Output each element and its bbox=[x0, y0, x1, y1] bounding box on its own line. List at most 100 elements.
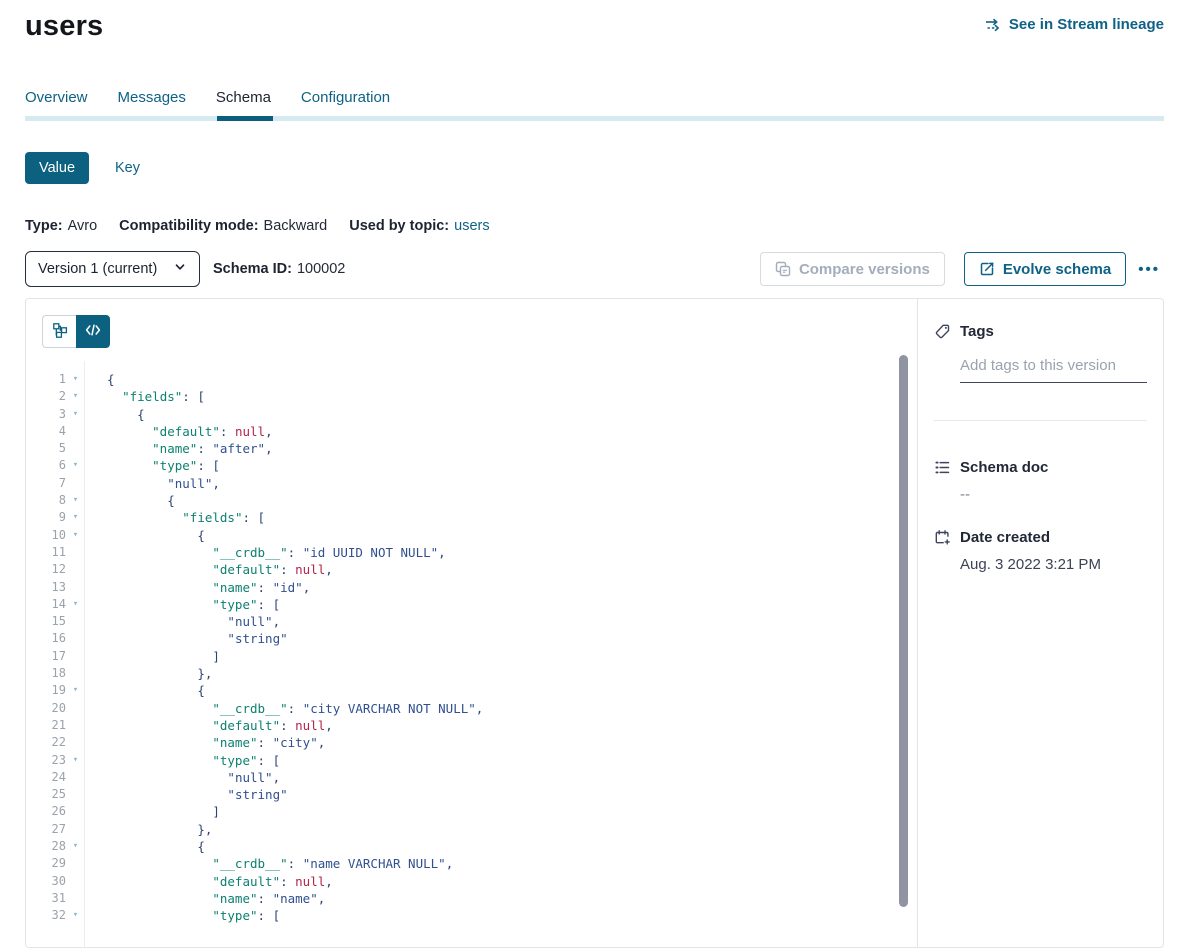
code-view-icon bbox=[85, 322, 101, 341]
schema-doc-header: Schema doc bbox=[934, 459, 1147, 476]
line-number: 29 bbox=[26, 855, 66, 872]
code-text: ] bbox=[85, 648, 220, 665]
compare-versions-button[interactable]: Compare versions bbox=[760, 252, 945, 286]
code-line: 7 "null", bbox=[26, 475, 917, 492]
meta-compatibility: Compatibility mode: Backward bbox=[119, 218, 327, 234]
code-text: "name": "city", bbox=[85, 734, 325, 751]
code-line: 16 "string" bbox=[26, 630, 917, 647]
code-line: 15 "null", bbox=[26, 613, 917, 630]
stream-lineage-link[interactable]: See in Stream lineage bbox=[984, 16, 1164, 33]
code-view-button[interactable] bbox=[76, 315, 110, 348]
fold-arrow-icon[interactable]: ▾ bbox=[66, 388, 85, 405]
code-text: "string" bbox=[85, 786, 288, 803]
fold-arrow-icon[interactable]: ▾ bbox=[66, 596, 85, 613]
line-number: 21 bbox=[26, 717, 66, 734]
code-text: "fields": [ bbox=[85, 388, 205, 405]
fold-arrow-icon[interactable]: ▾ bbox=[66, 527, 85, 544]
list-icon bbox=[934, 459, 951, 476]
page-header: users See in Stream lineage bbox=[25, 0, 1164, 44]
fold-arrow-icon[interactable]: ▾ bbox=[66, 752, 85, 769]
code-text: { bbox=[85, 492, 175, 509]
line-number: 16 bbox=[26, 630, 66, 647]
code-line: 20 "__crdb__": "city VARCHAR NOT NULL", bbox=[26, 700, 917, 717]
date-created-value: Aug. 3 2022 3:21 PM bbox=[960, 556, 1147, 573]
key-toggle-button[interactable]: Key bbox=[115, 160, 140, 176]
code-text: "null", bbox=[85, 475, 220, 492]
fold-arrow-icon[interactable]: ▾ bbox=[66, 509, 85, 526]
sidebar-divider bbox=[934, 420, 1147, 421]
fold-arrow-icon[interactable]: ▾ bbox=[66, 682, 85, 699]
compatibility-label: Compatibility mode: bbox=[119, 218, 258, 234]
fold-arrow-icon[interactable]: ▾ bbox=[66, 838, 85, 855]
line-number: 20 bbox=[26, 700, 66, 717]
code-text: { bbox=[85, 406, 145, 423]
line-number: 11 bbox=[26, 544, 66, 561]
line-number: 27 bbox=[26, 821, 66, 838]
line-number: 19 bbox=[26, 682, 66, 699]
code-text: "name": "name", bbox=[85, 890, 325, 907]
compatibility-value: Backward bbox=[264, 218, 328, 234]
schema-view-toggle bbox=[42, 315, 110, 348]
code-text: "default": null, bbox=[85, 873, 333, 890]
tab-messages[interactable]: Messages bbox=[118, 89, 186, 116]
code-text: { bbox=[85, 682, 205, 699]
code-line: 18 }, bbox=[26, 665, 917, 682]
code-text: "name": "id", bbox=[85, 579, 310, 596]
value-key-toggle: Value Key bbox=[25, 152, 1164, 184]
code-line: 31 "name": "name", bbox=[26, 890, 917, 907]
line-number: 6 bbox=[26, 457, 66, 474]
code-line: 1▾{ bbox=[26, 371, 917, 388]
code-lines: 1▾{2▾ "fields": [3▾ {4 "default": null,5… bbox=[26, 371, 917, 925]
line-number: 18 bbox=[26, 665, 66, 682]
evolve-schema-button[interactable]: Evolve schema bbox=[964, 252, 1126, 286]
compare-versions-icon bbox=[775, 261, 791, 277]
fold-arrow-icon[interactable]: ▾ bbox=[66, 406, 85, 423]
code-text: "type": [ bbox=[85, 752, 280, 769]
fold-arrow-icon[interactable]: ▾ bbox=[66, 371, 85, 388]
schema-meta-row: Type:Avro Compatibility mode:Backward Us… bbox=[25, 218, 1164, 234]
tree-view-button[interactable] bbox=[42, 315, 76, 348]
fold-arrow-icon[interactable]: ▾ bbox=[66, 457, 85, 474]
code-line: 22 "name": "city", bbox=[26, 734, 917, 751]
line-number: 15 bbox=[26, 613, 66, 630]
fold-arrow-icon[interactable]: ▾ bbox=[66, 492, 85, 509]
version-select-value: Version 1 (current) bbox=[38, 261, 157, 277]
tags-header: Tags bbox=[934, 323, 1147, 340]
type-label: Type: bbox=[25, 218, 63, 234]
code-line: 30 "default": null, bbox=[26, 873, 917, 890]
value-toggle-button[interactable]: Value bbox=[25, 152, 89, 184]
code-text: "string" bbox=[85, 630, 288, 647]
tab-configuration[interactable]: Configuration bbox=[301, 89, 390, 116]
code-line: 11 "__crdb__": "id UUID NOT NULL", bbox=[26, 544, 917, 561]
active-tab-indicator bbox=[217, 116, 273, 121]
line-number: 13 bbox=[26, 579, 66, 596]
tab-overview[interactable]: Overview bbox=[25, 89, 88, 116]
code-line: 9▾ "fields": [ bbox=[26, 509, 917, 526]
tab-schema[interactable]: Schema bbox=[216, 89, 271, 116]
code-line: 24 "null", bbox=[26, 769, 917, 786]
more-options-button[interactable]: ••• bbox=[1134, 257, 1164, 282]
line-number: 5 bbox=[26, 440, 66, 457]
code-line: 6▾ "type": [ bbox=[26, 457, 917, 474]
line-number: 10 bbox=[26, 527, 66, 544]
code-line: 12 "default": null, bbox=[26, 561, 917, 578]
code-text: { bbox=[85, 527, 205, 544]
version-select[interactable]: Version 1 (current) bbox=[25, 251, 200, 287]
code-text: "null", bbox=[85, 769, 280, 786]
topic-link[interactable]: users bbox=[454, 218, 489, 234]
line-number: 26 bbox=[26, 803, 66, 820]
meta-topic: Used by topic:users bbox=[349, 218, 489, 234]
code-text: "__crdb__": "city VARCHAR NOT NULL", bbox=[85, 700, 483, 717]
line-number: 7 bbox=[26, 475, 66, 492]
line-number: 17 bbox=[26, 648, 66, 665]
code-text: "name": "after", bbox=[85, 440, 273, 457]
code-line: 23▾ "type": [ bbox=[26, 752, 917, 769]
code-line: 4 "default": null, bbox=[26, 423, 917, 440]
code-text: { bbox=[85, 838, 205, 855]
add-tags-input[interactable] bbox=[960, 353, 1147, 383]
code-text: "default": null, bbox=[85, 561, 333, 578]
code-scrollbar[interactable] bbox=[899, 355, 908, 907]
code-text: "default": null, bbox=[85, 423, 273, 440]
line-number: 14 bbox=[26, 596, 66, 613]
code-line: 13 "name": "id", bbox=[26, 579, 917, 596]
